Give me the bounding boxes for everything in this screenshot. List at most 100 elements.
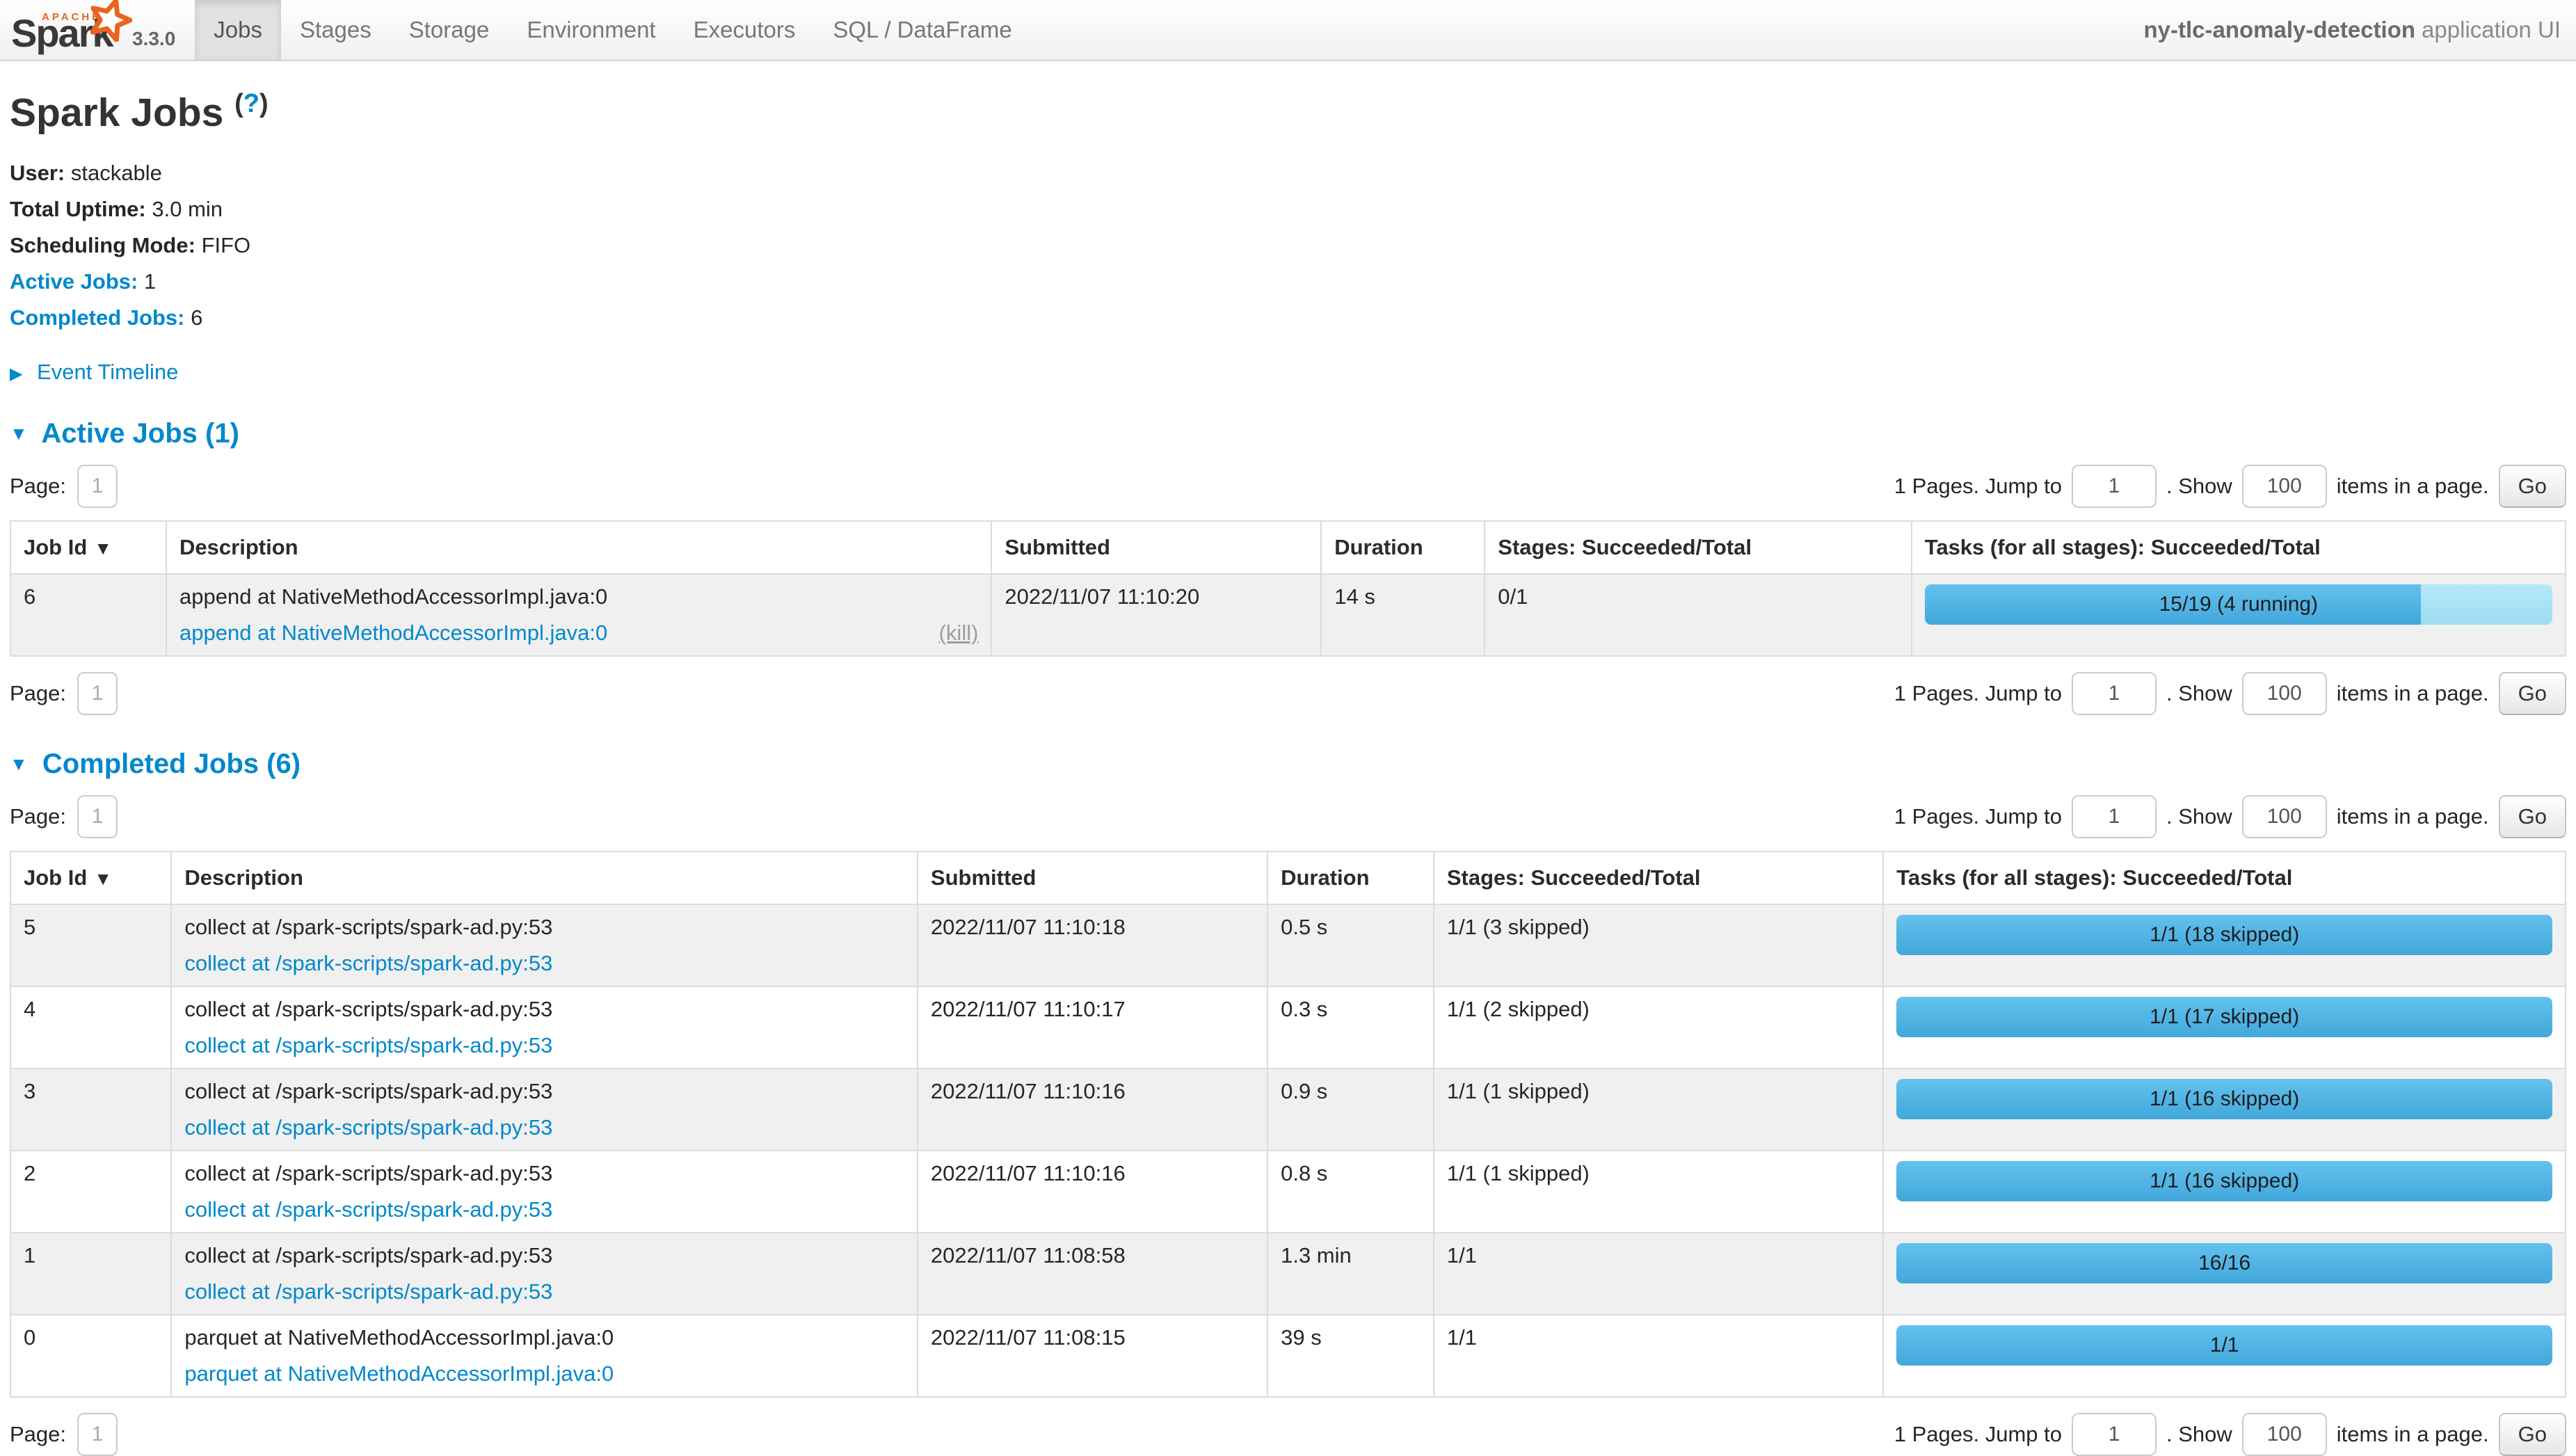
show-text: . Show [2166,474,2232,499]
job-detail-link[interactable]: collect at /spark-scripts/spark-ad.py:53 [184,1115,552,1140]
active-table-top-pagination: Page:1 Pages. Jump to. Showitems in a pa… [10,465,2566,508]
column-header-label: Tasks (for all stages): Succeeded/Total [1925,535,2321,559]
summary-line: Total Uptime: 3.0 min [10,195,2566,223]
page-number-input[interactable] [77,672,118,715]
go-button[interactable]: Go [2499,795,2566,838]
tasks-progress-bar: 1/1 [1896,1325,2552,1366]
expanded-arrow-icon: ▼ [10,753,28,774]
pagination-left: Page: [10,672,118,715]
go-button[interactable]: Go [2499,1413,2566,1456]
job-description-line2: collect at /spark-scripts/spark-ad.py:53 [184,1033,904,1058]
tab-storage[interactable]: Storage [390,0,509,60]
completed-jobs-section-header[interactable]: ▼ Completed Jobs (6) [10,749,2566,780]
tasks-progress-bar: 16/16 [1896,1243,2552,1283]
go-button[interactable]: Go [2499,672,2566,715]
job-row: 1collect at /spark-scripts/spark-ad.py:5… [10,1233,2566,1315]
jump-to-page-input[interactable] [2072,795,2157,838]
summary-link-label[interactable]: Active Jobs: [10,269,138,294]
show-text: . Show [2166,681,2232,706]
items-per-page-input[interactable] [2242,795,2327,838]
completed-jobs-title: Completed Jobs (6) [42,749,301,779]
job-row: 2collect at /spark-scripts/spark-ad.py:5… [10,1151,2566,1233]
jump-to-page-input[interactable] [2072,465,2157,508]
job-duration-cell: 14 s [1321,574,1485,656]
pagination-left: Page: [10,1413,118,1456]
job-stages-cell: 1/1 (1 skipped) [1434,1069,1883,1151]
tab-jobs[interactable]: Jobs [195,0,281,60]
items-per-page-text: items in a page. [2337,474,2489,499]
column-header-label: Job Id [24,535,87,559]
column-header-duration[interactable]: Duration [1267,851,1434,904]
go-button[interactable]: Go [2499,465,2566,508]
items-per-page-input[interactable] [2242,465,2327,508]
column-header-stages[interactable]: Stages: Succeeded/Total [1434,851,1883,904]
event-timeline-toggle[interactable]: ▶ Event Timeline [10,360,2566,385]
job-stages-cell: 1/1 [1434,1315,1883,1397]
page-number-input[interactable] [77,1413,118,1456]
job-detail-link[interactable]: parquet at NativeMethodAccessorImpl.java… [184,1361,614,1386]
page-label: Page: [10,1422,66,1447]
column-header-duration[interactable]: Duration [1321,521,1485,574]
column-header-job-id[interactable]: Job Id▼ [10,521,166,574]
pagination-row: Page:1 Pages. Jump to. Showitems in a pa… [10,672,2566,715]
page-number-input[interactable] [77,795,118,838]
job-detail-link[interactable]: append at NativeMethodAccessorImpl.java:… [179,621,607,646]
pages-count-text: 1 Pages. Jump to [1894,681,2062,706]
tasks-progress-label: 16/16 [1896,1243,2552,1283]
job-description-cell: collect at /spark-scripts/spark-ad.py:53… [171,1233,918,1315]
kill-job-link[interactable]: (kill) [939,621,979,646]
job-id-cell: 1 [10,1233,171,1315]
job-detail-link[interactable]: collect at /spark-scripts/spark-ad.py:53 [184,1279,552,1304]
tab-stages[interactable]: Stages [281,0,390,60]
page-number-input[interactable] [77,465,118,508]
job-description-text: collect at /spark-scripts/spark-ad.py:53 [184,1243,904,1268]
column-header-submitted[interactable]: Submitted [991,521,1321,574]
column-header-label: Description [184,865,303,890]
spark-version: 3.3.0 [125,28,175,60]
pages-count-text: 1 Pages. Jump to [1894,804,2062,829]
pagination-right: 1 Pages. Jump to. Showitems in a page.Go [1894,672,2566,715]
job-detail-link[interactable]: collect at /spark-scripts/spark-ad.py:53 [184,951,552,976]
job-duration-cell: 0.8 s [1267,1151,1434,1233]
column-header-description[interactable]: Description [171,851,918,904]
job-detail-link[interactable]: collect at /spark-scripts/spark-ad.py:53 [184,1033,552,1058]
job-description-cell: append at NativeMethodAccessorImpl.java:… [166,574,991,656]
tab-executors[interactable]: Executors [675,0,815,60]
column-header-tasks-for-all-stages-[interactable]: Tasks (for all stages): Succeeded/Total [1883,851,2566,904]
column-header-tasks-for-all-stages-[interactable]: Tasks (for all stages): Succeeded/Total [1912,521,2566,574]
column-header-label: Stages: Succeeded/Total [1498,535,1752,559]
page-label: Page: [10,474,66,499]
completed-jobs-table: Job Id▼ Description Submitted DurationStage… [10,851,2566,1398]
spark-star-icon [88,0,132,42]
summary-value: 3.0 min [152,197,223,221]
job-row: 0parquet at NativeMethodAccessorImpl.jav… [10,1315,2566,1397]
job-stages-cell: 1/1 (3 skipped) [1434,904,1883,986]
show-text: . Show [2166,1422,2232,1447]
job-submitted-cell: 2022/11/07 11:10:16 [918,1151,1267,1233]
column-header-submitted[interactable]: Submitted [918,851,1267,904]
job-description-cell: parquet at NativeMethodAccessorImpl.java… [171,1315,918,1397]
spark-brand: APACHE Spark 3.3.0 [0,0,195,60]
pages-count-text: 1 Pages. Jump to [1894,1422,2062,1447]
column-header-label: Submitted [931,865,1037,890]
tasks-progress-label: 1/1 (17 skipped) [1896,997,2552,1037]
jump-to-page-input[interactable] [2072,672,2157,715]
job-tasks-cell: 15/19 (4 running) [1912,574,2566,656]
jump-to-page-input[interactable] [2072,1413,2157,1456]
items-per-page-input[interactable] [2242,1413,2327,1456]
column-header-description[interactable]: Description [166,521,991,574]
help-sup: (?) [234,89,269,118]
summary-link-label[interactable]: Completed Jobs: [10,305,184,330]
tab-environment[interactable]: Environment [508,0,674,60]
column-header-stages[interactable]: Stages: Succeeded/Total [1485,521,1911,574]
job-submitted-cell: 2022/11/07 11:10:17 [918,986,1267,1069]
active-table-bottom-pagination: Page:1 Pages. Jump to. Showitems in a pa… [10,672,2566,715]
column-header-job-id[interactable]: Job Id▼ [10,851,171,904]
navbar: APACHE Spark 3.3.0 JobsStagesStorageEnvi… [0,0,2576,61]
tab-sql-dataframe[interactable]: SQL / DataFrame [814,0,1030,60]
active-jobs-section-header[interactable]: ▼ Active Jobs (1) [10,418,2566,449]
help-link[interactable]: ? [243,89,259,118]
job-detail-link[interactable]: collect at /spark-scripts/spark-ad.py:53 [184,1197,552,1222]
tasks-progress-bar: 1/1 (18 skipped) [1896,915,2552,955]
items-per-page-input[interactable] [2242,672,2327,715]
